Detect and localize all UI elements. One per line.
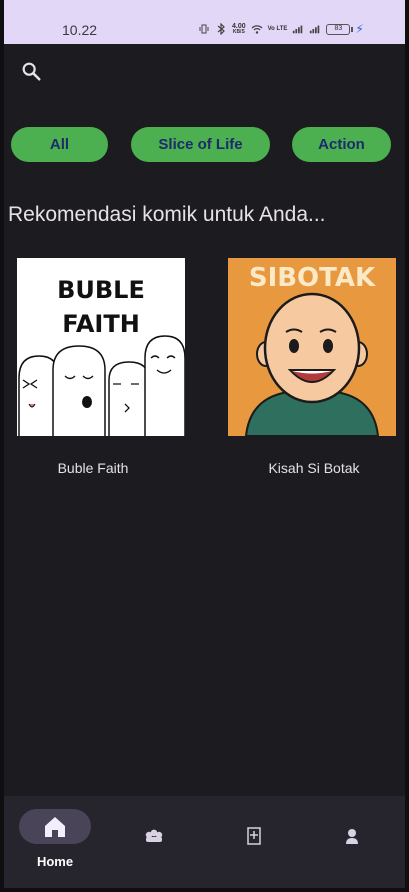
comic-cover-kisah-si-botak[interactable]: SIBOTAK bbox=[228, 258, 396, 436]
search-button[interactable] bbox=[18, 58, 44, 84]
cover-title-line-1: BUBLE bbox=[57, 276, 145, 304]
library-icon bbox=[247, 827, 261, 845]
profile-icon bbox=[346, 829, 358, 844]
status-time: 10.22 bbox=[62, 22, 98, 38]
comic-title-buble-faith[interactable]: Buble Faith bbox=[9, 460, 177, 476]
chip-all[interactable]: All bbox=[11, 127, 108, 162]
search-icon bbox=[22, 62, 41, 81]
cover-title-line-2: FAITH bbox=[62, 310, 140, 338]
section-title: Rekomendasi komik untuk Anda... bbox=[8, 203, 326, 226]
home-icon bbox=[45, 816, 65, 837]
signal-2-icon bbox=[310, 25, 320, 34]
chip-action[interactable]: Action bbox=[292, 127, 391, 162]
volte-label: Vo LTE bbox=[267, 25, 288, 32]
categories-icon bbox=[145, 829, 163, 842]
sibotak-cover-art: SIBOTAK bbox=[228, 258, 396, 436]
status-bar: 10.22 4.00 KB/S Vo LTE 83 ⚡ bbox=[0, 0, 409, 44]
nav-categories[interactable] bbox=[142, 824, 166, 848]
battery-level: 83 bbox=[334, 24, 343, 32]
charging-icon: ⚡ bbox=[355, 22, 364, 36]
chip-slice-of-life[interactable]: Slice of Life bbox=[131, 127, 270, 162]
network-speed-unit: KB/S bbox=[232, 29, 245, 35]
status-icons: 4.00 KB/S Vo LTE 83 ⚡ bbox=[198, 22, 364, 36]
wifi-icon bbox=[251, 25, 263, 34]
vibrate-icon bbox=[199, 24, 209, 34]
cover-title: SIBOTAK bbox=[249, 263, 376, 293]
nav-home-label: Home bbox=[36, 854, 74, 869]
comic-cover-buble-faith[interactable]: BUBLE FAITH bbox=[17, 258, 185, 436]
nav-home-active-indicator bbox=[19, 809, 91, 844]
nav-home[interactable]: Home bbox=[18, 796, 92, 892]
network-speed: 4.00 KB/S bbox=[232, 23, 246, 35]
nav-library[interactable] bbox=[242, 824, 266, 848]
signal-1-icon bbox=[293, 25, 303, 34]
bottom-navigation: Home bbox=[0, 796, 409, 892]
comic-title-kisah-si-botak[interactable]: Kisah Si Botak bbox=[230, 460, 398, 476]
nav-profile[interactable] bbox=[340, 824, 364, 848]
buble-faith-cover-art: BUBLE FAITH bbox=[18, 276, 185, 436]
battery-icon: 83 bbox=[326, 23, 354, 35]
bluetooth-icon bbox=[217, 23, 225, 35]
